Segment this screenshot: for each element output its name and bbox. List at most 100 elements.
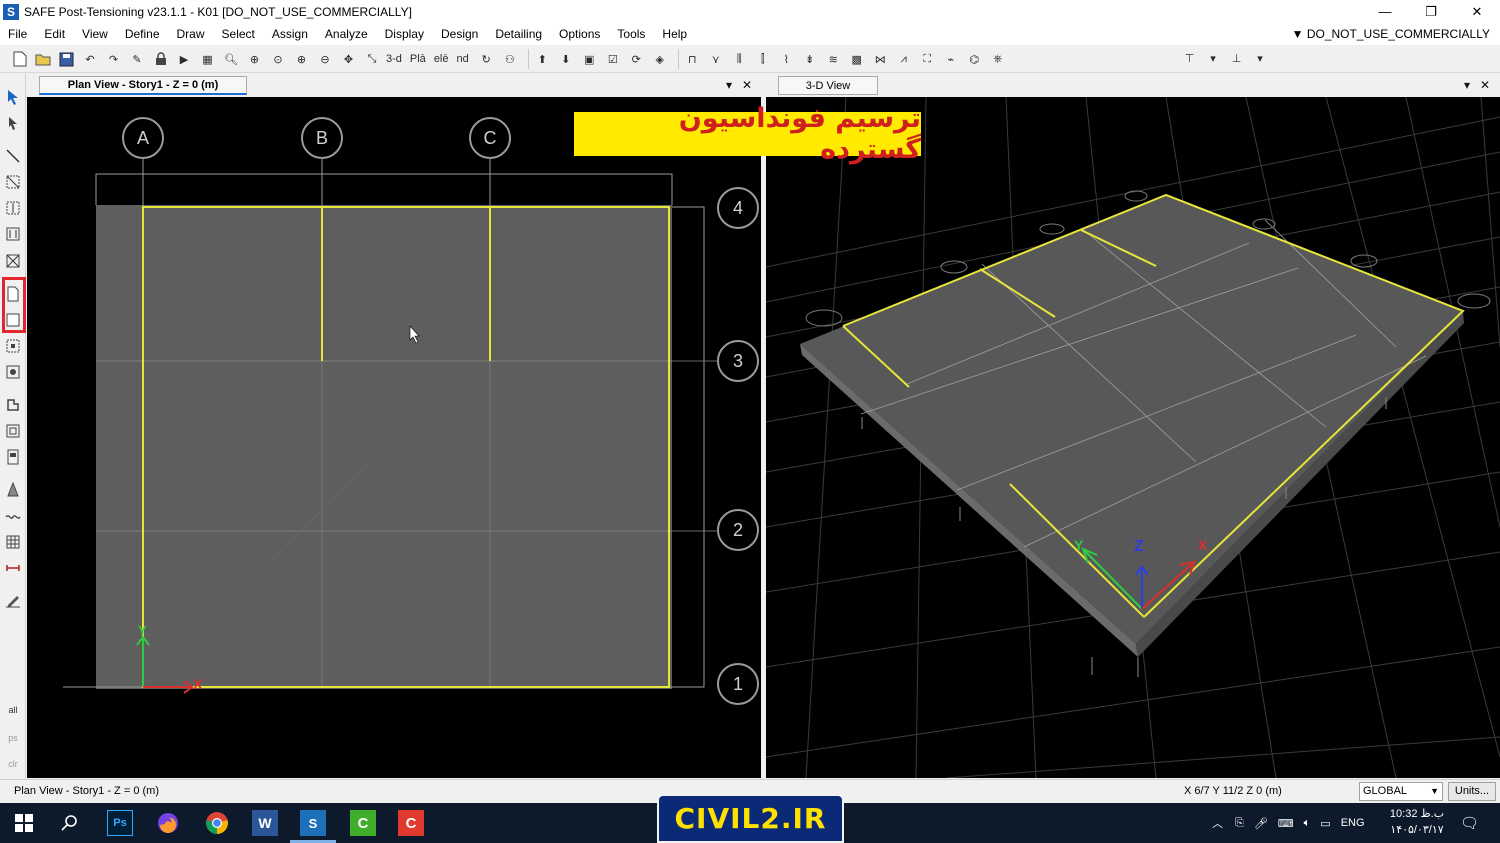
undo-icon[interactable]: ↶ bbox=[81, 50, 100, 69]
grid-bubble-a[interactable]: A bbox=[122, 117, 164, 159]
tab-plan-view[interactable]: Plan View - Story1 - Z = 0 (m) bbox=[39, 76, 247, 95]
menu-assign[interactable]: Assign bbox=[263, 23, 316, 45]
menu-define[interactable]: Define bbox=[116, 23, 168, 45]
chevron-down-icon[interactable]: ▾ bbox=[1204, 49, 1223, 68]
draw-dimension-icon[interactable] bbox=[4, 559, 22, 577]
grid-bubble-3[interactable]: 3 bbox=[717, 340, 759, 382]
safe-app-icon[interactable]: S bbox=[300, 810, 326, 836]
volume-icon[interactable]: 🔈︎ bbox=[1304, 817, 1311, 830]
new-file-icon[interactable] bbox=[10, 50, 29, 69]
menu-options[interactable]: Options bbox=[551, 23, 609, 45]
grid-bubble-c[interactable]: C bbox=[469, 117, 511, 159]
previous-selection-icon[interactable]: ps bbox=[4, 729, 22, 747]
search-icon[interactable] bbox=[57, 810, 83, 836]
chevron-up-icon[interactable]: ︿ bbox=[1212, 815, 1223, 831]
draw-tendon-icon[interactable] bbox=[4, 422, 22, 440]
draw-point-load-icon[interactable] bbox=[4, 481, 22, 499]
grid-bubble-4[interactable]: 4 bbox=[717, 187, 759, 229]
quick-draw-beam-icon[interactable] bbox=[4, 199, 22, 217]
view3d-pane-menu-icon[interactable]: ▾ bbox=[1464, 78, 1470, 92]
draw-design-strip-icon[interactable] bbox=[4, 396, 22, 414]
refresh-view-icon[interactable]: ⟳ bbox=[627, 50, 646, 69]
zoom-window-icon[interactable]: 🔍︎ bbox=[222, 50, 241, 69]
csi-app-icon[interactable]: C bbox=[398, 810, 424, 836]
tendon-losses-icon[interactable]: ⌬ bbox=[965, 50, 984, 69]
strip-forces-icon[interactable]: ≋ bbox=[824, 50, 843, 69]
lock-icon[interactable] bbox=[151, 50, 170, 69]
move-down-icon[interactable]: ⬇ bbox=[556, 50, 575, 69]
menu-design[interactable]: Design bbox=[432, 23, 486, 45]
zoom-full-icon[interactable]: ⊙ bbox=[269, 50, 288, 69]
chrome-icon[interactable] bbox=[204, 810, 230, 836]
keyboard-icon[interactable]: ⌨ bbox=[1278, 817, 1294, 830]
slab-forces-icon[interactable]: ▩ bbox=[847, 50, 866, 69]
menu-detailing[interactable]: Detailing bbox=[487, 23, 551, 45]
menu-file[interactable]: File bbox=[0, 23, 36, 45]
display-model-icon[interactable]: ▦ bbox=[198, 50, 217, 69]
plan-pane-close-icon[interactable]: ✕ bbox=[742, 78, 752, 92]
photoshop-icon[interactable]: Ps bbox=[107, 810, 133, 836]
grid-bubble-2[interactable]: 2 bbox=[717, 509, 759, 551]
menu-help[interactable]: Help bbox=[654, 23, 696, 45]
draw-reference-icon[interactable] bbox=[4, 591, 22, 609]
set-display-options-icon[interactable]: ☑ bbox=[603, 50, 622, 69]
reactions-icon[interactable]: ⇟ bbox=[800, 50, 819, 69]
zoom-out-icon[interactable]: ⊖ bbox=[316, 50, 335, 69]
zoom-in-icon[interactable]: ⊕ bbox=[292, 50, 311, 69]
microphone-icon[interactable]: 🎤︎ bbox=[1254, 817, 1268, 830]
firefox-icon[interactable] bbox=[155, 810, 181, 836]
select-all-icon[interactable]: all bbox=[4, 701, 22, 719]
column-filter-icon[interactable]: ⊤ bbox=[1180, 49, 1199, 68]
battery-icon[interactable]: ▭ bbox=[1320, 817, 1330, 830]
menu-select[interactable]: Select bbox=[213, 23, 263, 45]
menu-display[interactable]: Display bbox=[376, 23, 432, 45]
draw-opening-icon[interactable] bbox=[4, 448, 22, 466]
move-up-icon[interactable]: ⬆ bbox=[533, 50, 552, 69]
notifications-icon[interactable]: 🗨︎ bbox=[1460, 814, 1479, 832]
design-results-icon[interactable]: ⎈ bbox=[988, 50, 1007, 69]
taskbar-clock[interactable]: 10:32 ب.ظ ۱۴۰۵/۰۳/۱۷ bbox=[1386, 806, 1448, 838]
windows-start-icon[interactable] bbox=[11, 810, 37, 836]
view-plan-button[interactable]: Plā bbox=[410, 53, 426, 65]
rotate-3d-icon[interactable]: ↻ bbox=[477, 50, 496, 69]
maximize-button[interactable]: ❐ bbox=[1408, 0, 1454, 23]
object-shrink-icon[interactable]: ▣ bbox=[580, 50, 599, 69]
edit-pencil-icon[interactable]: ✎ bbox=[128, 50, 147, 69]
close-window-button[interactable]: ✕ bbox=[1454, 0, 1500, 23]
beam-filter-icon[interactable]: ⊥ bbox=[1227, 49, 1246, 68]
zoom-restore-icon[interactable]: ⊕ bbox=[245, 50, 264, 69]
minimize-button[interactable]: — bbox=[1362, 0, 1408, 23]
tendon-icon[interactable]: ⌁ bbox=[941, 50, 960, 69]
select-pointer-icon[interactable] bbox=[4, 88, 22, 106]
draw-line-icon[interactable] bbox=[4, 147, 22, 165]
chevron-down-icon[interactable]: ▾ bbox=[1251, 49, 1270, 68]
license-dropdown[interactable]: ▼ DO_NOT_USE_COMMERCIALLY bbox=[1292, 23, 1490, 45]
plan-view-canvas[interactable]: A B C 4 3 2 1 X Y bbox=[27, 97, 761, 778]
menu-view[interactable]: View bbox=[74, 23, 117, 45]
run-analysis-icon[interactable]: ▶ bbox=[175, 50, 194, 69]
draw-line-load-icon[interactable] bbox=[4, 507, 22, 525]
support-icon[interactable]: ⋎ bbox=[706, 50, 725, 69]
menu-draw[interactable]: Draw bbox=[168, 23, 213, 45]
menu-tools[interactable]: Tools bbox=[609, 23, 654, 45]
menu-analyze[interactable]: Analyze bbox=[316, 23, 376, 45]
grid-bubble-1[interactable]: 1 bbox=[717, 663, 759, 705]
clear-selection-icon[interactable]: clr bbox=[4, 755, 22, 773]
load-bars-icon[interactable]: ⫼ bbox=[730, 50, 749, 69]
etabs-icon[interactable]: C bbox=[350, 810, 376, 836]
draw-column-icon[interactable] bbox=[4, 363, 22, 381]
deformed-shape-icon[interactable]: ⌇ bbox=[777, 50, 796, 69]
load-arrows-icon[interactable]: ⫿ bbox=[753, 50, 772, 69]
view-3d-button[interactable]: 3-d bbox=[386, 53, 402, 65]
view-3d-canvas[interactable]: Z Y X bbox=[766, 97, 1500, 778]
language-indicator[interactable]: ENG bbox=[1341, 817, 1365, 829]
stresses-icon[interactable]: ⋈ bbox=[871, 50, 890, 69]
frame-icon[interactable]: ⊓ bbox=[683, 50, 702, 69]
save-icon[interactable] bbox=[57, 50, 76, 69]
draw-area-load-icon[interactable] bbox=[4, 533, 22, 551]
quick-draw-slab-icon[interactable] bbox=[4, 337, 22, 355]
punching-icon[interactable]: ⛶ bbox=[918, 50, 937, 69]
perspective-icon[interactable]: ⚇ bbox=[500, 50, 519, 69]
extrude-view-icon[interactable]: ◈ bbox=[650, 50, 669, 69]
plan-pane-menu-icon[interactable]: ▾ bbox=[726, 78, 732, 92]
